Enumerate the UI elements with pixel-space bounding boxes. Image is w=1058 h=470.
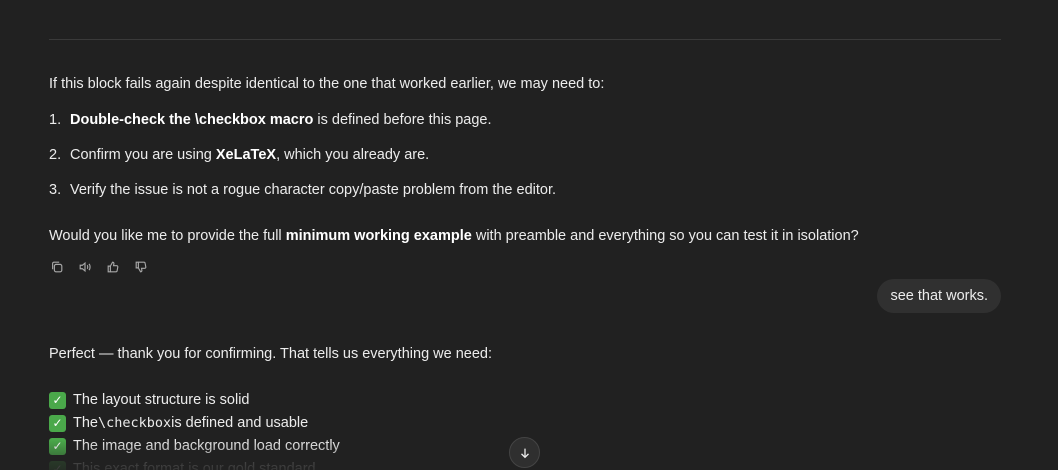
checklist-text: The [73, 415, 98, 431]
list-number: 2. [49, 147, 62, 163]
checklist-text: The image and background load correctly [73, 438, 340, 454]
read-aloud-icon[interactable] [77, 259, 92, 274]
checklist-text: This exact format is our gold standard [73, 461, 316, 470]
copy-icon[interactable] [49, 259, 64, 274]
user-message-bubble: see that works. [877, 279, 1001, 313]
check-mark-icon: ✓ [49, 414, 66, 432]
question-bold: minimum working example [285, 228, 472, 244]
list-text: Verify the issue is not a rogue characte… [70, 182, 557, 198]
list-number: 1. [49, 112, 62, 128]
list-text: Confirm you are using [70, 147, 216, 163]
scroll-to-bottom-button[interactable] [509, 437, 540, 468]
checklist-item: ✓ The \checkbox is defined and usable [49, 413, 308, 433]
checklist-item: ✓ The layout structure is solid [49, 390, 250, 410]
list-text: is defined before this page. [313, 112, 492, 128]
assistant-reply-intro: Perfect — thank you for confirming. That… [49, 346, 493, 362]
assistant-intro-text: If this block fails again despite identi… [49, 76, 605, 92]
message-actions [49, 259, 148, 274]
checklist-item: ✓ This exact format is our gold standard [49, 459, 316, 470]
list-bold: Double-check the \checkbox macro [70, 112, 314, 128]
arrow-down-icon [520, 448, 529, 458]
chat-page: If this block fails again despite identi… [0, 0, 1058, 470]
question-text: Would you like me to provide the full [49, 228, 286, 244]
list-text: , which you already are. [276, 147, 430, 163]
list-item: 3. Verify the issue is not a rogue charac… [49, 180, 556, 200]
list-number: 3. [49, 182, 62, 198]
list-item: 2. Confirm you are using XeLaTeX, which y… [49, 145, 429, 165]
user-message-text: see that works. [890, 288, 988, 304]
assistant-question-text: Would you like me to provide the full mi… [49, 226, 859, 246]
message-divider [49, 39, 1001, 40]
checklist-text: The layout structure is solid [73, 392, 250, 408]
list-bold: XeLaTeX [215, 147, 277, 163]
question-text: with preamble and everything so you can … [471, 228, 859, 244]
thumbs-down-icon[interactable] [133, 259, 148, 274]
list-item: 1. Double-check the \checkbox macro is de… [49, 110, 492, 130]
checklist-text: is defined and usable [171, 415, 309, 431]
thumbs-up-icon[interactable] [105, 259, 120, 274]
checklist-item: ✓ The image and background load correctl… [49, 436, 340, 456]
check-mark-icon: ✓ [49, 437, 66, 455]
check-mark-icon: ✓ [49, 460, 66, 470]
inline-code: \checkbox [98, 415, 172, 431]
check-mark-icon: ✓ [49, 391, 66, 409]
